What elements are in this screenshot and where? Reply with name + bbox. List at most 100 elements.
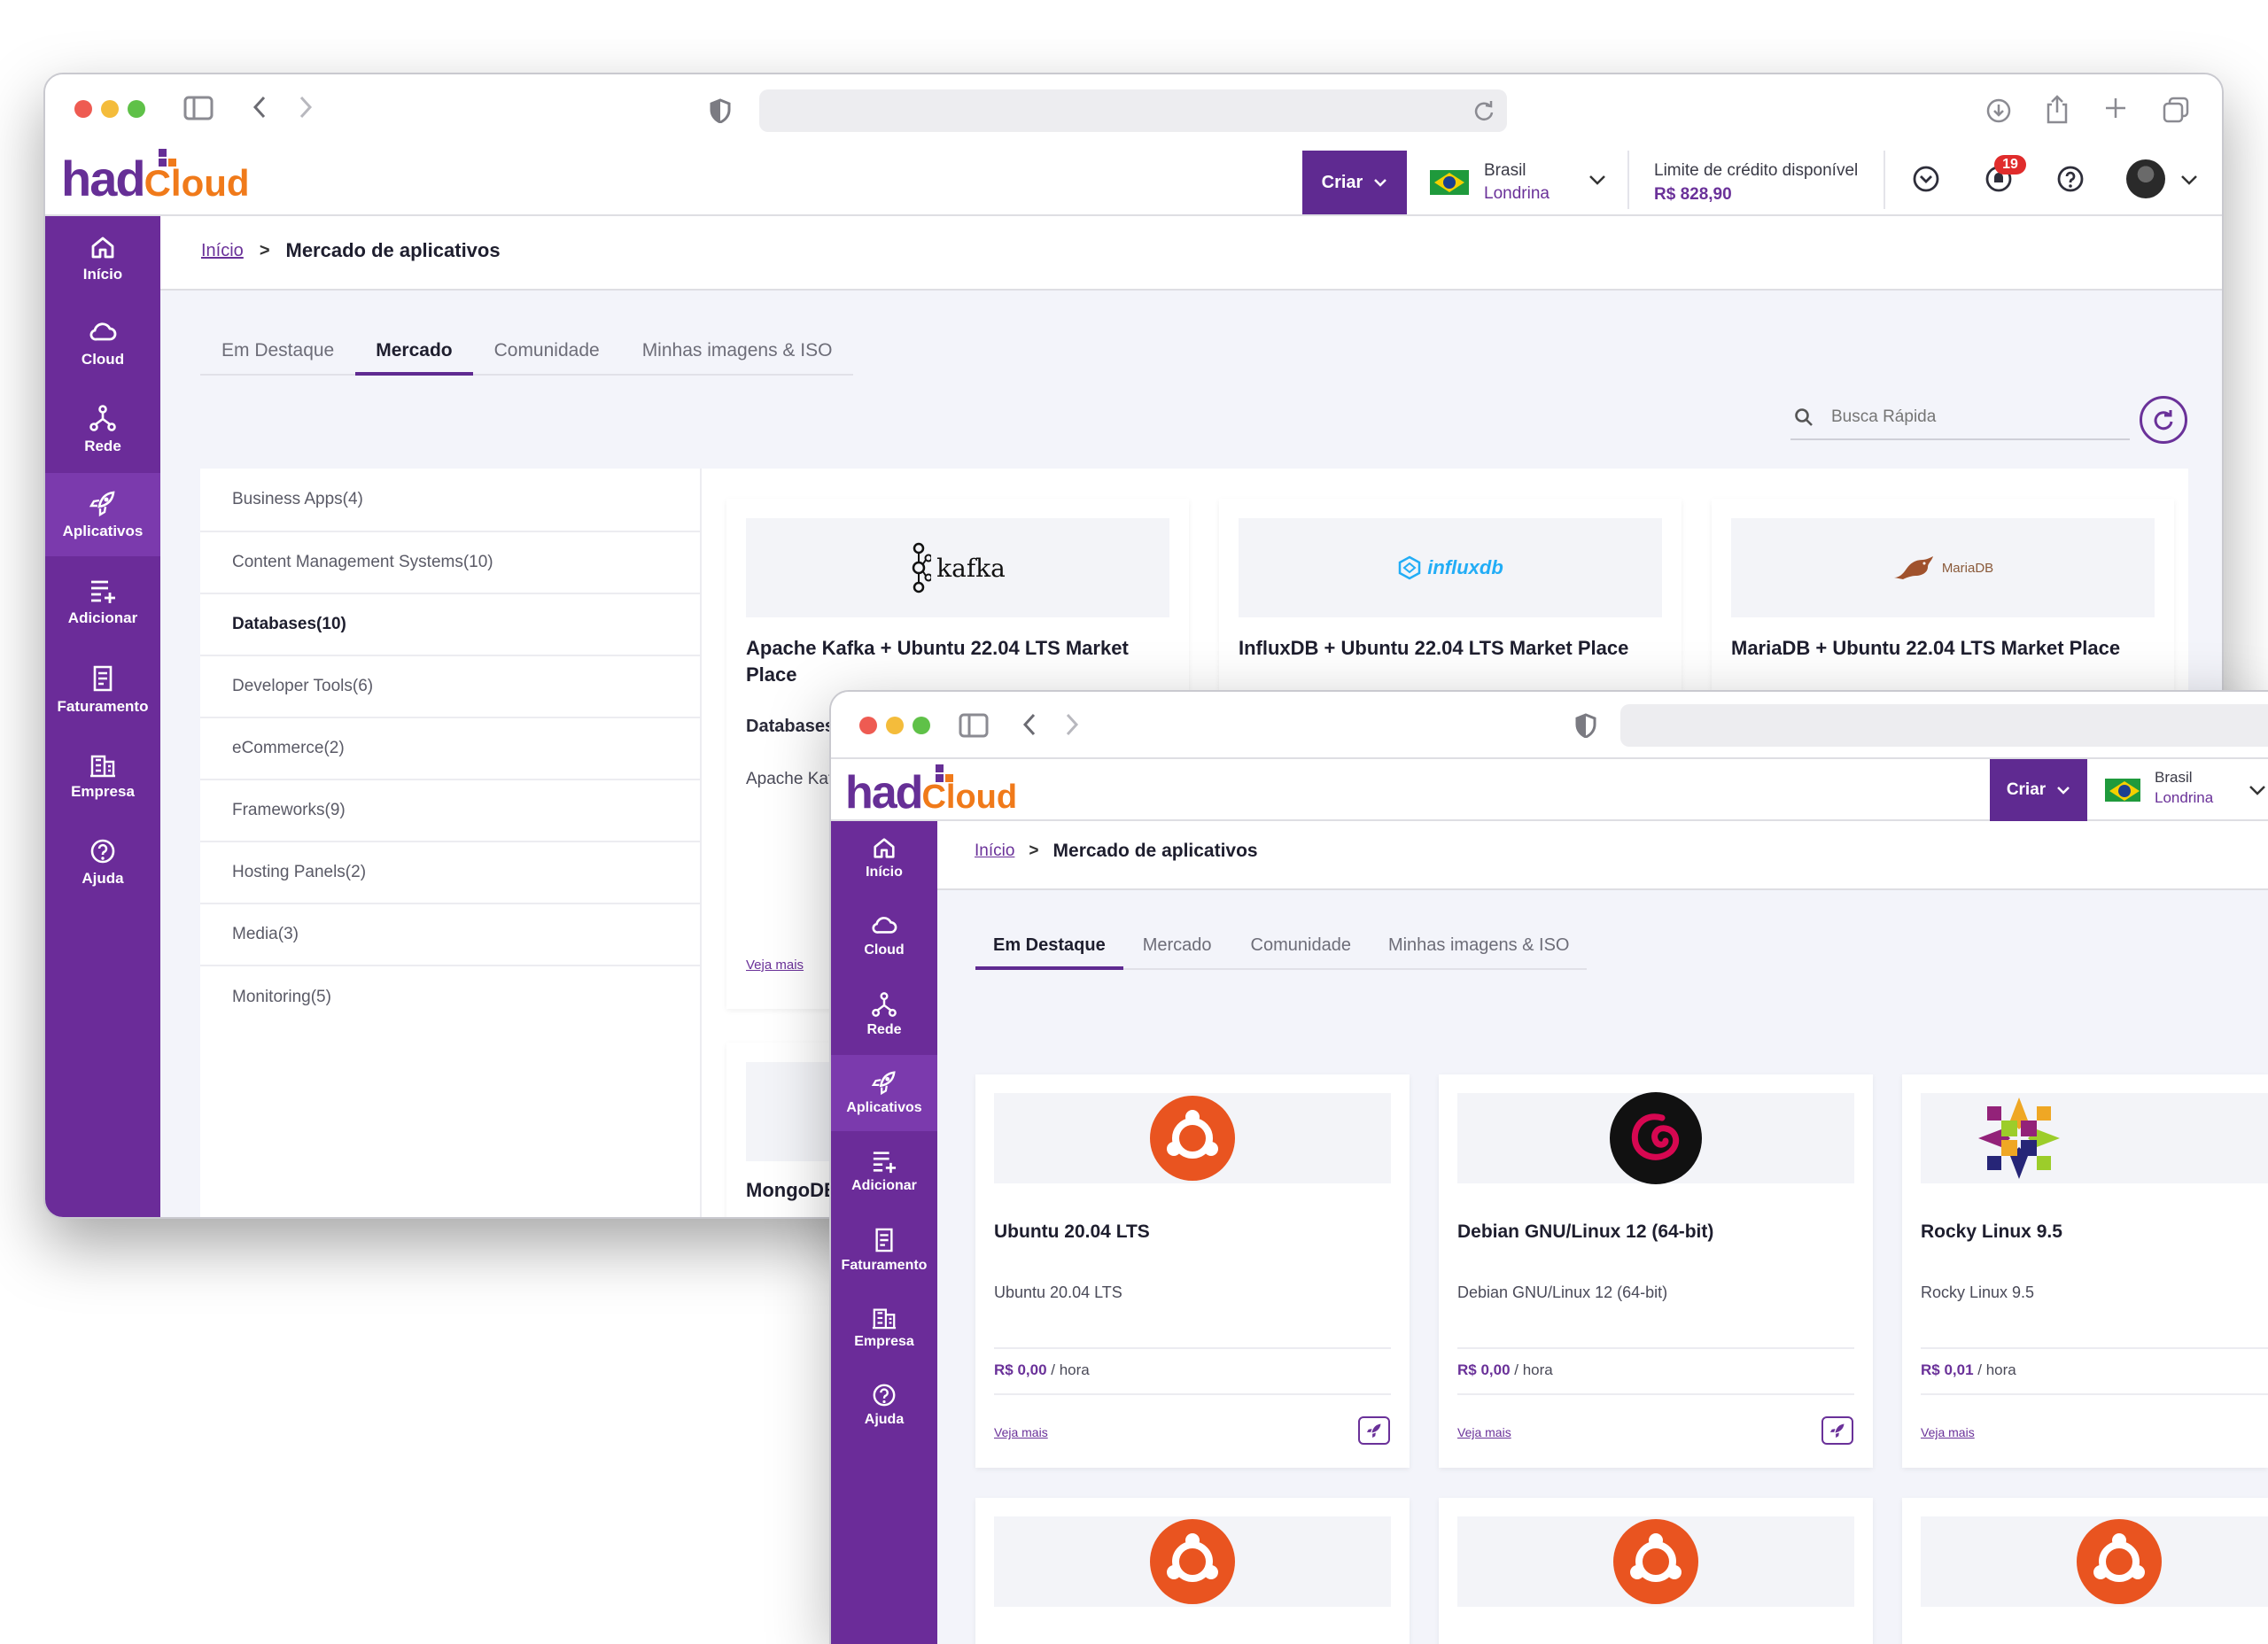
close-window-button[interactable] — [74, 100, 92, 118]
help-icon — [90, 839, 115, 864]
sidebar-item-empresa[interactable]: Empresa — [45, 751, 160, 801]
sidebar-item-cloud[interactable]: Cloud — [45, 319, 160, 368]
building-icon — [90, 755, 115, 778]
rocket-icon — [871, 1071, 896, 1096]
back-icon[interactable] — [251, 94, 268, 120]
sidebar-item-ajuda[interactable]: Ajuda — [831, 1383, 937, 1428]
tab-minhas-imagens[interactable]: Minhas imagens & ISO — [621, 331, 854, 374]
region-chevron-down-icon[interactable] — [2249, 784, 2266, 800]
minimize-window-button[interactable] — [886, 717, 904, 734]
sidebar-toggle-icon[interactable] — [183, 96, 214, 120]
share-icon[interactable] — [2045, 94, 2070, 124]
sidebar: Início Cloud Rede Aplicativos Adicionar … — [45, 216, 160, 1217]
veja-mais-link[interactable]: Veja mais — [746, 958, 804, 973]
create-button[interactable]: Criar — [1302, 151, 1407, 214]
maximize-window-button[interactable] — [128, 100, 145, 118]
sidebar-item-ajuda[interactable]: Ajuda — [45, 838, 160, 888]
forward-icon[interactable] — [297, 94, 315, 120]
deploy-button[interactable] — [1358, 1416, 1390, 1445]
back-icon[interactable] — [1021, 711, 1038, 738]
region-selector[interactable]: Brasil Londrina — [1484, 159, 1550, 205]
sidebar-toggle-icon[interactable] — [959, 713, 989, 738]
veja-mais-link[interactable]: Veja mais — [1457, 1425, 1511, 1439]
sidebar-item-adicionar[interactable]: Adicionar — [45, 578, 160, 627]
chevron-down-icon — [1374, 179, 1387, 187]
brazil-flag-icon — [1430, 170, 1469, 195]
help-circle-icon[interactable] — [2056, 165, 2085, 198]
breadcrumb-home-link[interactable]: Início — [201, 241, 244, 261]
featured-card-ubuntu-variant[interactable] — [1439, 1498, 1873, 1644]
price: R$ 0,01 / hora — [1921, 1361, 2016, 1378]
address-bar[interactable] — [759, 89, 1507, 132]
tab-mercado[interactable]: Mercado — [1123, 927, 1231, 968]
category-item[interactable]: Monitoring(5) — [200, 966, 700, 1028]
maximize-window-button[interactable] — [913, 717, 930, 734]
featured-card-ubuntu-variant[interactable] — [975, 1498, 1410, 1644]
account-chevron-down-icon[interactable] — [2180, 174, 2198, 190]
sidebar-item-inicio[interactable]: Início — [45, 234, 160, 283]
minimize-window-button[interactable] — [101, 100, 119, 118]
hadcloud-logo[interactable]: hadCloud — [845, 764, 1017, 816]
dropdown-circle-icon[interactable] — [1912, 165, 1940, 198]
featured-card-ubuntu-variant[interactable] — [1902, 1498, 2268, 1644]
category-item[interactable]: Hosting Panels(2) — [200, 842, 700, 904]
hadcloud-logo[interactable]: hadCloud — [61, 149, 250, 204]
tab-comunidade[interactable]: Comunidade — [1231, 927, 1371, 968]
category-item[interactable]: Business Apps(4) — [200, 469, 700, 532]
category-item[interactable]: Frameworks(9) — [200, 780, 700, 842]
ubuntu-logo — [1457, 1516, 1854, 1607]
breadcrumb-home-link[interactable]: Início — [975, 841, 1014, 861]
create-button[interactable]: Criar — [1990, 759, 2087, 821]
category-item[interactable]: Media(3) — [200, 904, 700, 966]
tab-em-destaque[interactable]: Em Destaque — [200, 331, 355, 374]
tab-mercado[interactable]: Mercado — [355, 331, 473, 376]
region-chevron-down-icon[interactable] — [1588, 174, 1606, 190]
sidebar-item-rede[interactable]: Rede — [45, 404, 160, 455]
rocket-icon — [89, 491, 115, 517]
tab-minhas-imagens[interactable]: Minhas imagens & ISO — [1371, 927, 1588, 968]
deploy-button[interactable] — [1821, 1416, 1853, 1445]
sidebar-item-adicionar[interactable]: Adicionar — [831, 1149, 937, 1194]
category-item[interactable]: eCommerce(2) — [200, 718, 700, 780]
sidebar-item-aplicativos[interactable]: Aplicativos — [831, 1055, 937, 1131]
sidebar-item-inicio[interactable]: Início — [831, 835, 937, 880]
browser-toolbar — [45, 74, 2222, 143]
sidebar-item-empresa[interactable]: Empresa — [831, 1305, 937, 1350]
marketplace-tabs: Em Destaque Mercado Comunidade Minhas im… — [200, 331, 854, 376]
veja-mais-link[interactable]: Veja mais — [994, 1425, 1048, 1439]
user-avatar[interactable] — [2126, 159, 2165, 198]
price: R$ 0,00 / hora — [994, 1361, 1090, 1378]
influxdb-icon — [1398, 555, 1421, 580]
tab-overview-icon[interactable] — [2163, 97, 2189, 123]
sidebar-item-rede[interactable]: Rede — [831, 991, 937, 1038]
forward-icon[interactable] — [1063, 711, 1081, 738]
tab-em-destaque[interactable]: Em Destaque — [975, 927, 1123, 970]
network-icon — [89, 405, 116, 431]
refresh-button[interactable] — [2140, 396, 2187, 444]
category-item[interactable]: Developer Tools(6) — [200, 656, 700, 718]
sidebar-item-aplicativos[interactable]: Aplicativos — [45, 473, 160, 556]
search-input[interactable] — [1831, 407, 2115, 427]
reload-icon[interactable] — [1473, 99, 1495, 122]
region-selector[interactable]: Brasil Londrina — [2155, 768, 2213, 809]
featured-card-debian[interactable]: Debian GNU/Linux 12 (64-bit) Debian GNU/… — [1439, 1074, 1873, 1468]
tab-comunidade[interactable]: Comunidade — [473, 331, 621, 374]
veja-mais-link[interactable]: Veja mais — [1921, 1425, 1975, 1439]
sidebar-item-faturamento[interactable]: Faturamento — [45, 664, 160, 716]
price: R$ 0,00 / hora — [1457, 1361, 1553, 1378]
download-icon[interactable] — [1985, 97, 2012, 124]
address-bar[interactable] — [1620, 704, 2268, 747]
cloud-icon — [872, 917, 897, 934]
ubuntu-icon — [2077, 1519, 2162, 1604]
sidebar-item-faturamento[interactable]: Faturamento — [831, 1227, 937, 1274]
featured-card-rocky[interactable]: Rocky Linux 9.5 Rocky Linux 9.5 R$ 0,01 … — [1902, 1074, 2268, 1468]
new-tab-icon[interactable] — [2104, 97, 2127, 120]
close-window-button[interactable] — [859, 717, 877, 734]
quick-search — [1790, 396, 2130, 440]
category-item-selected[interactable]: Databases(10) — [200, 594, 700, 656]
sidebar-item-cloud[interactable]: Cloud — [831, 913, 937, 958]
featured-card-ubuntu[interactable]: Ubuntu 20.04 LTS Ubuntu 20.04 LTS R$ 0,0… — [975, 1074, 1410, 1468]
debian-logo — [1457, 1092, 1854, 1184]
category-item[interactable]: Content Management Systems(10) — [200, 532, 700, 594]
search-icon — [1795, 408, 1813, 426]
